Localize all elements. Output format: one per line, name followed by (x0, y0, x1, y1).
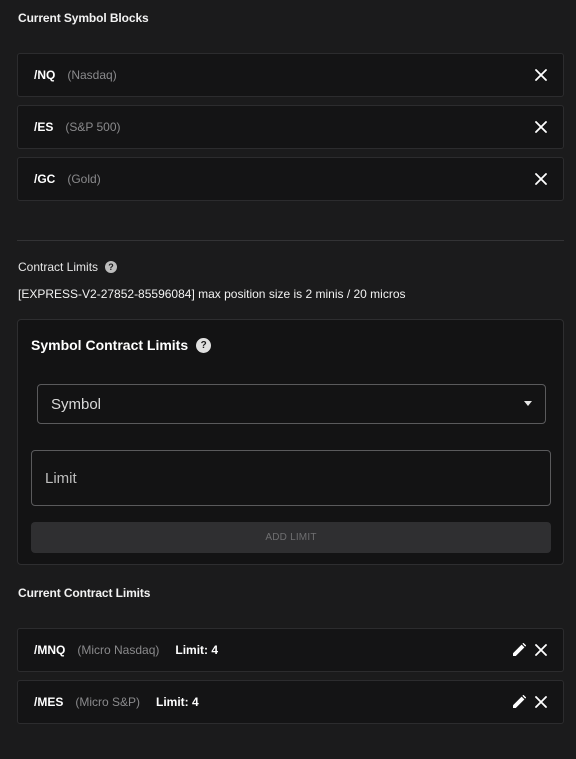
card-title: Symbol Contract Limits (31, 337, 189, 353)
help-icon[interactable]: ? (105, 261, 118, 273)
symbol-select[interactable]: Symbol (37, 384, 546, 424)
limit-input[interactable] (31, 450, 551, 506)
symbol-block-row-nq: /NQ (Nasdaq) (17, 53, 564, 97)
symbol-name: (Gold) (67, 172, 101, 186)
close-icon[interactable] (532, 66, 550, 84)
symbol-name: (Nasdaq) (67, 68, 117, 82)
symbol-name: (Micro S&P) (75, 695, 141, 709)
pencil-icon[interactable] (510, 641, 528, 659)
symbol-select-label: Symbol (51, 395, 102, 413)
symbol-block-row-gc: /GC (Gold) (17, 157, 564, 201)
symbol-code: /MES (34, 695, 64, 709)
limit-value: Limit: 4 (156, 695, 199, 709)
close-icon[interactable] (532, 170, 550, 188)
symbol-code: /NQ (34, 68, 56, 82)
current-limits-title: Current Contract Limits (18, 586, 151, 600)
close-icon[interactable] (532, 693, 550, 711)
card-header: Symbol Contract Limits ? (31, 337, 212, 353)
symbol-code: /ES (34, 120, 54, 134)
symbol-name: (S&P 500) (65, 120, 121, 134)
contract-limits-header: Contract Limits ? (18, 260, 118, 274)
close-icon[interactable] (532, 118, 550, 136)
contract-limits-title: Contract Limits (18, 260, 99, 274)
caret-down-icon (524, 401, 532, 406)
symbol-code: /MNQ (34, 643, 66, 657)
contract-limit-row-mnq: /MNQ (Micro Nasdaq) Limit: 4 (17, 628, 564, 672)
limit-value: Limit: 4 (175, 643, 219, 657)
symbol-contract-limits-card: Symbol Contract Limits ? Symbol ADD LIMI… (17, 319, 564, 565)
symbol-code: /GC (34, 172, 56, 186)
pencil-icon[interactable] (510, 693, 528, 711)
add-limit-button[interactable]: ADD LIMIT (31, 522, 551, 553)
section-divider (17, 240, 564, 241)
symbol-name: (Micro Nasdaq) (77, 643, 160, 657)
contract-limit-row-mes: /MES (Micro S&P) Limit: 4 (17, 680, 564, 724)
help-icon[interactable]: ? (196, 337, 212, 353)
close-icon[interactable] (532, 641, 550, 659)
account-limit-note: [EXPRESS-V2-27852-85596084] max position… (18, 287, 406, 301)
symbol-blocks-title: Current Symbol Blocks (18, 11, 149, 25)
symbol-block-row-es: /ES (S&P 500) (17, 105, 564, 149)
